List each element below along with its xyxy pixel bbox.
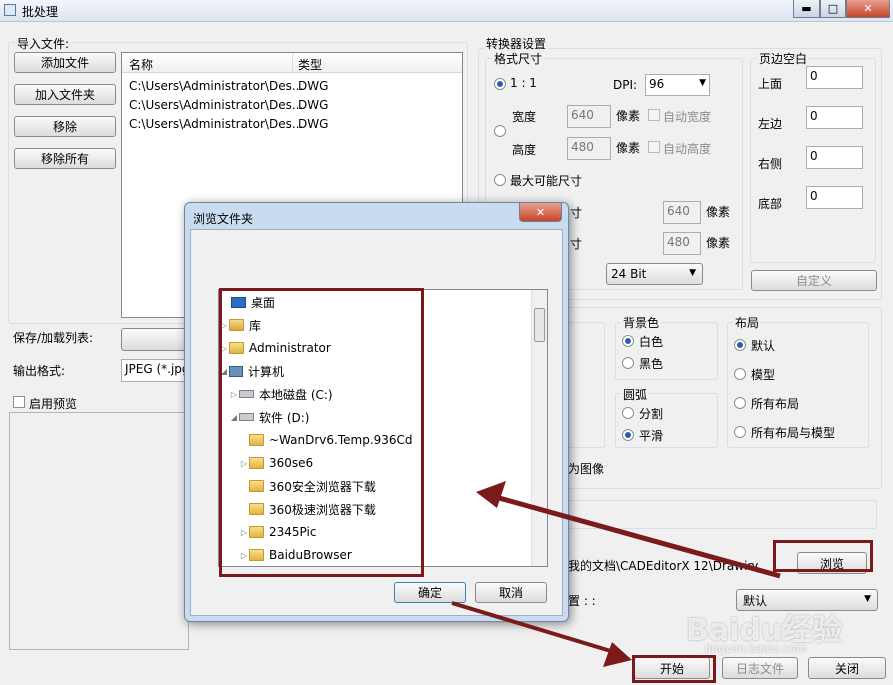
annotation-arrows (451, 481, 781, 667)
arrow-head-browse (476, 481, 506, 508)
arrow-head-ok (603, 642, 632, 667)
watermark-url: jingyan.baidu.com (705, 642, 807, 655)
arrow-line-browse (491, 493, 781, 579)
arrow-line-ok (451, 601, 615, 654)
